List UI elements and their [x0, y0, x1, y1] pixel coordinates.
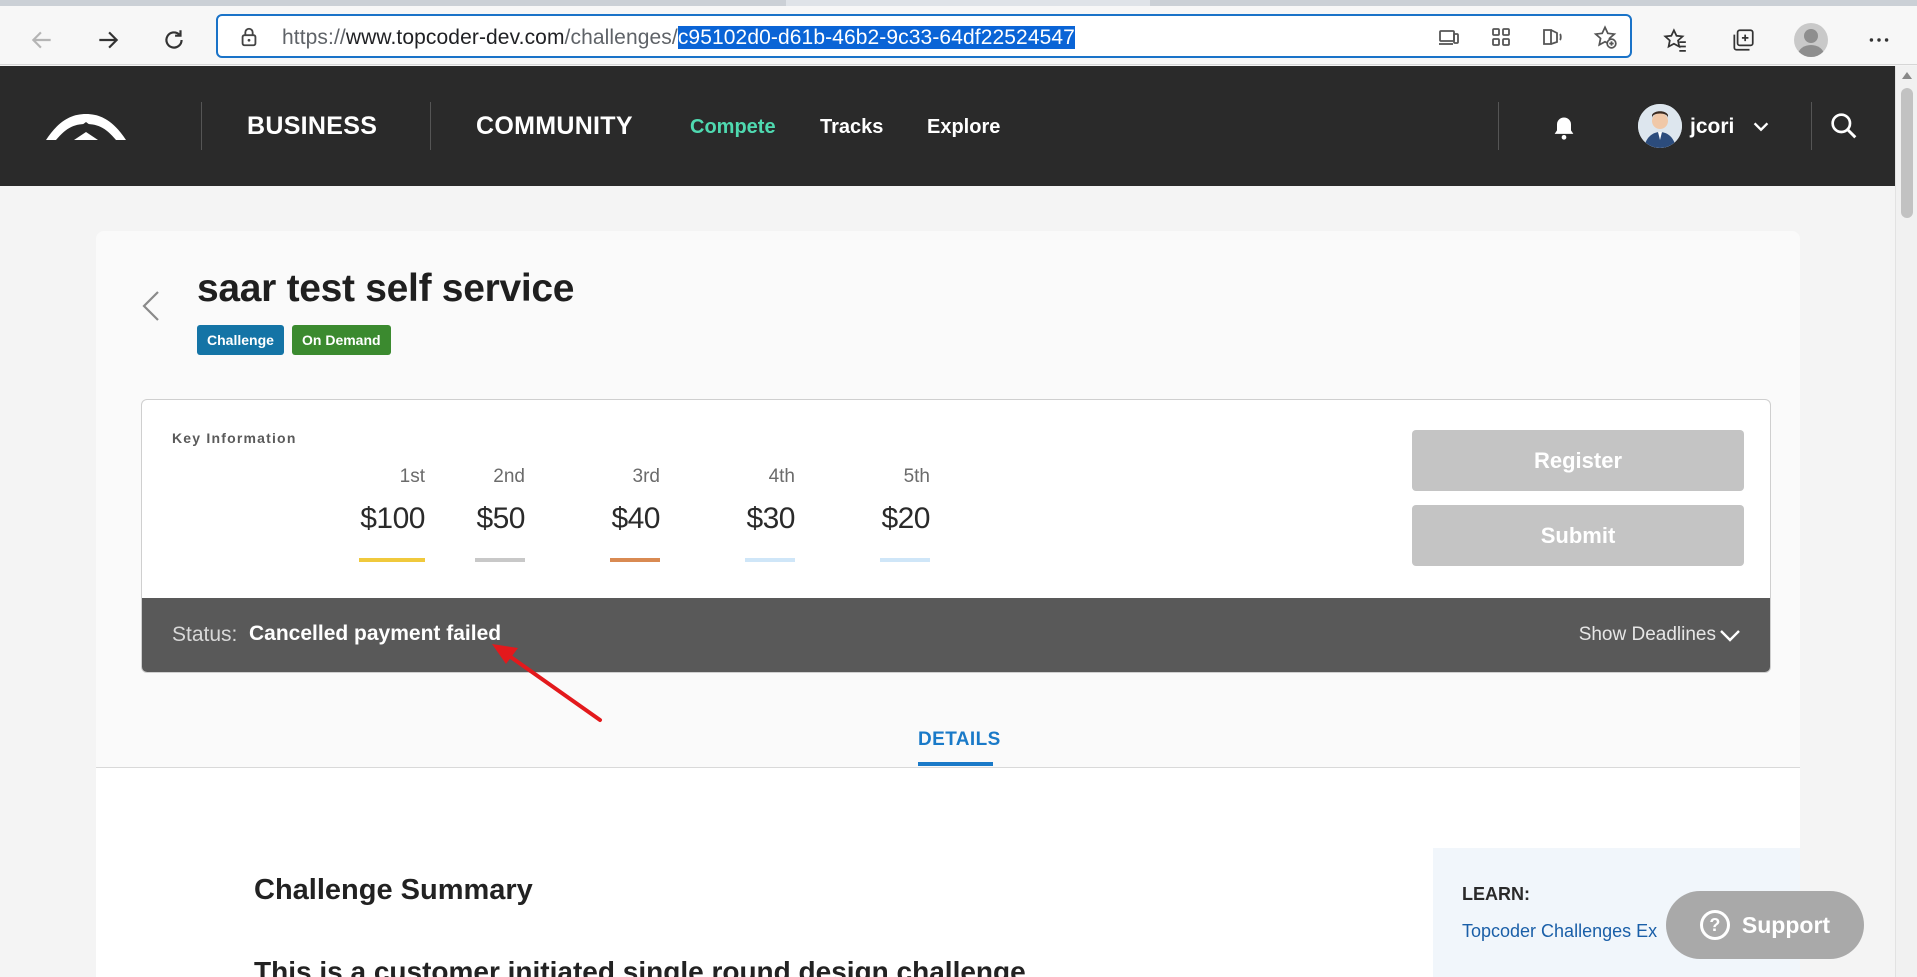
apps-icon[interactable]	[1486, 22, 1516, 52]
arrow-right-icon	[99, 31, 119, 49]
scrollbar-thumb[interactable]	[1901, 88, 1913, 218]
show-deadlines-label: Show Deadlines	[1578, 624, 1716, 645]
username[interactable]: jcori	[1690, 115, 1734, 139]
nav-compete[interactable]: Compete	[690, 116, 776, 139]
url-scheme: https://	[282, 26, 346, 49]
prize-place: 1st	[399, 466, 425, 487]
collections-icon[interactable]	[1723, 20, 1763, 60]
challenge-card: saar test self service Challenge On Dema…	[96, 231, 1800, 977]
site-header: BUSINESS COMMUNITY Compete Tracks Explor…	[0, 66, 1895, 186]
status-value: Cancelled payment failed	[249, 622, 502, 645]
read-aloud-icon[interactable]	[1538, 22, 1568, 52]
page-scrollbar[interactable]	[1895, 66, 1917, 977]
prize-bar	[610, 558, 660, 562]
url-path: /challenges/	[564, 26, 678, 49]
url-selected-text: c95102d0-d61b-46b2-9c33-64df22524547	[677, 26, 1075, 49]
learn-link[interactable]: Topcoder Challenges Ex	[1462, 921, 1657, 942]
user-avatar[interactable]	[1638, 104, 1682, 148]
prize-place: 4th	[768, 466, 795, 487]
chevron-down-icon	[1720, 630, 1740, 642]
back-button[interactable]	[22, 20, 62, 60]
address-bar[interactable]: https://www.topcoder-dev.com/challenges/…	[216, 14, 1632, 58]
refresh-icon	[165, 30, 183, 49]
search-icon[interactable]	[1828, 110, 1860, 142]
register-button[interactable]: Register	[1412, 430, 1744, 491]
show-deadlines-toggle[interactable]: Show Deadlines	[1579, 624, 1742, 646]
user-portrait-icon	[1638, 104, 1682, 148]
prize-bar	[880, 558, 930, 562]
details-content: Challenge Summary This is a customer ini…	[96, 768, 1800, 977]
header-divider	[1498, 102, 1499, 150]
challenge-summary-title: Challenge Summary	[254, 874, 533, 906]
support-button[interactable]: ? Support	[1666, 891, 1864, 959]
prize-place: 2nd	[493, 466, 525, 487]
prize-amount: $20	[881, 502, 930, 535]
header-divider	[430, 102, 431, 150]
nav-tracks[interactable]: Tracks	[820, 116, 883, 139]
favorites-icon[interactable]	[1655, 20, 1695, 60]
reload-button[interactable]	[154, 20, 194, 60]
prize-place: 5th	[903, 466, 930, 487]
prize-place: 3rd	[632, 466, 660, 487]
nav-business[interactable]: BUSINESS	[247, 112, 377, 141]
scroll-up-arrow-icon[interactable]	[1902, 72, 1912, 79]
status-label: Status:	[172, 623, 238, 646]
key-information-label: Key Information	[172, 430, 297, 446]
prize-3rd: 3rd $40	[590, 466, 661, 562]
key-information-panel: Key Information 1st $100 2nd $50 3rd $40…	[141, 399, 1771, 673]
prize-5th: 5th $20	[860, 466, 931, 562]
challenge-title: saar test self service	[197, 267, 575, 310]
add-favorite-icon[interactable]	[1590, 22, 1620, 52]
prize-2nd: 2nd $50	[455, 466, 526, 562]
address-bar-actions	[1434, 22, 1620, 52]
badge-on-demand[interactable]: On Demand	[292, 325, 391, 355]
header-divider	[201, 102, 202, 150]
forward-button[interactable]	[88, 20, 128, 60]
arrow-left-icon	[31, 31, 51, 49]
prize-amount: $100	[360, 502, 425, 535]
prize-amount: $50	[476, 502, 525, 535]
bell-icon[interactable]	[1550, 114, 1578, 142]
annotation-arrow-icon	[492, 644, 602, 722]
tab-details[interactable]: DETAILS	[918, 729, 1001, 751]
support-label: Support	[1741, 911, 1831, 938]
prize-4th: 4th $30	[725, 466, 796, 562]
status-bar: Status: Cancelled payment failed Show De…	[142, 598, 1770, 672]
more-options-icon[interactable]	[1859, 20, 1899, 60]
browser-actions	[1655, 20, 1899, 60]
nav-explore[interactable]: Explore	[927, 116, 1000, 139]
chevron-left-icon[interactable]	[140, 288, 162, 324]
device-icon[interactable]	[1434, 22, 1464, 52]
chevron-down-icon[interactable]	[1750, 116, 1772, 138]
nav-community[interactable]: COMMUNITY	[476, 112, 633, 141]
prize-1st: 1st $100	[355, 466, 426, 562]
prize-bar	[359, 558, 425, 562]
learn-title: LEARN:	[1462, 884, 1530, 904]
header-divider	[1811, 102, 1812, 150]
topcoder-logo-icon[interactable]	[44, 110, 128, 144]
prize-bar	[745, 558, 795, 562]
prize-amount: $40	[611, 502, 660, 535]
challenge-summary-text: This is a customer initiated single roun…	[254, 956, 1026, 977]
profile-icon[interactable]	[1791, 20, 1831, 60]
lock-icon[interactable]	[238, 26, 260, 48]
help-icon: ?	[1699, 910, 1730, 940]
url-text[interactable]: https://www.topcoder-dev.com/challenges/…	[282, 26, 1075, 50]
submit-button[interactable]: Submit	[1412, 505, 1744, 566]
prize-amount: $30	[746, 502, 795, 535]
browser-toolbar: https://www.topcoder-dev.com/challenges/…	[0, 6, 1917, 65]
prize-bar	[475, 558, 525, 562]
badge-challenge[interactable]: Challenge	[197, 325, 284, 355]
tab-active-indicator	[918, 762, 993, 766]
url-host: www.topcoder-dev.com	[345, 26, 565, 49]
